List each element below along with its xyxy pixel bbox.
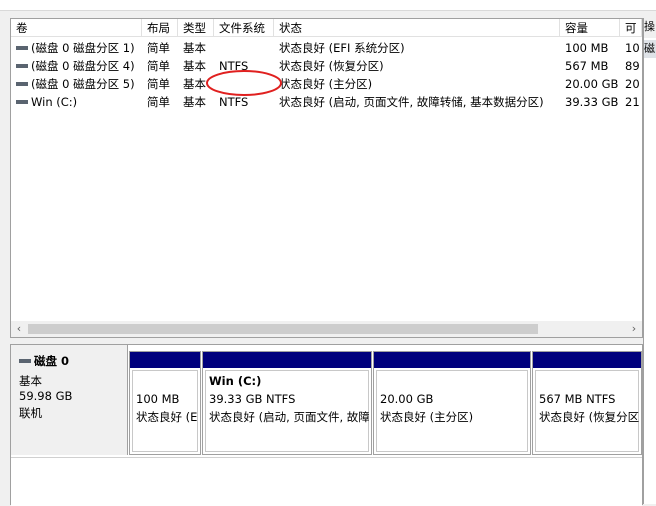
volume-type: 基本 xyxy=(183,41,206,55)
volume-free: 89 xyxy=(625,59,640,73)
volume-icon xyxy=(16,99,28,104)
red-circle-annotation xyxy=(206,70,282,96)
volume-status: 状态良好 (启动, 页面文件, 故障转储, 基本数据分区) xyxy=(279,95,544,109)
volume-capacity: 100 MB xyxy=(565,41,609,55)
volume-status: 状态良好 (主分区) xyxy=(279,77,373,91)
volume-status: 状态良好 (EFI 系统分区) xyxy=(279,41,405,55)
volume-capacity: 567 MB xyxy=(565,59,609,73)
volume-icon xyxy=(16,81,28,86)
volume-layout: 简单 xyxy=(147,59,170,73)
volume-icon xyxy=(16,45,28,50)
scrollbar-thumb[interactable] xyxy=(28,324,538,334)
partition-size: 100 MB xyxy=(136,392,180,406)
volume-capacity: 39.33 GB xyxy=(565,95,619,109)
volume-free: 20 xyxy=(625,77,640,91)
partition-recovery[interactable]: 567 MB NTFS 状态良好 (恢复分区) xyxy=(532,351,642,455)
volume-free: 21 xyxy=(625,95,640,109)
partition-status: 状态良好 (主分区) xyxy=(380,410,474,424)
column-type[interactable]: 类型 xyxy=(178,19,214,37)
disk-kind: 基本 xyxy=(19,374,42,388)
volume-capacity: 20.00 GB xyxy=(565,77,619,91)
table-row[interactable]: (磁盘 0 磁盘分区 5) 简单 基本 状态良好 (主分区) 20.00 GB … xyxy=(11,75,642,93)
table-row[interactable]: Win (C:) 简单 基本 NTFS 状态良好 (启动, 页面文件, 故障转储… xyxy=(11,93,642,111)
partition-size: 20.00 GB xyxy=(380,392,434,406)
volume-name: Win (C:) xyxy=(31,95,78,109)
column-status[interactable]: 状态 xyxy=(274,19,560,37)
scroll-right-icon[interactable]: › xyxy=(626,321,642,337)
table-row[interactable]: (磁盘 0 磁盘分区 1) 简单 基本 状态良好 (EFI 系统分区) 100 … xyxy=(11,39,642,57)
scroll-left-icon[interactable]: ‹ xyxy=(11,321,27,337)
partition-status: 状态良好 (启动, 页面文件, 故障转储, 基本数据分区) xyxy=(209,410,369,424)
volume-list: 卷 布局 类型 文件系统 状态 容量 可 (磁盘 0 磁盘分区 1) 简单 基本… xyxy=(10,18,643,338)
disk-0-label[interactable]: 磁盘 0 基本 59.98 GB 联机 xyxy=(11,345,128,455)
volume-status: 状态良好 (恢复分区) xyxy=(279,59,384,73)
volume-layout: 简单 xyxy=(147,95,170,109)
volume-name: (磁盘 0 磁盘分区 5) xyxy=(31,77,135,91)
partition-size: 39.33 GB NTFS xyxy=(209,392,296,406)
volume-name: (磁盘 0 磁盘分区 4) xyxy=(31,59,135,73)
partition-primary[interactable]: 20.00 GB 状态良好 (主分区) xyxy=(373,351,531,455)
actions-pane-title: 操 xyxy=(644,18,656,38)
disk-graphical-view: 磁盘 0 基本 59.98 GB 联机 100 MB 状态良好 (EFI 系统分… xyxy=(10,344,643,506)
volume-free: 10 xyxy=(625,41,640,55)
window-top-strip xyxy=(0,0,656,11)
disk-name: 磁盘 0 xyxy=(34,354,70,368)
partition-win-c[interactable]: Win (C:) 39.33 GB NTFS 状态良好 (启动, 页面文件, 故… xyxy=(202,351,372,455)
volume-name: (磁盘 0 磁盘分区 1) xyxy=(31,41,135,55)
volume-icon xyxy=(16,63,28,68)
volume-layout: 简单 xyxy=(147,41,170,55)
disk-state: 联机 xyxy=(19,406,42,420)
volume-layout: 简单 xyxy=(147,77,170,91)
partition-size: 567 MB NTFS xyxy=(539,392,616,406)
column-header-row: 卷 布局 类型 文件系统 状态 容量 可 xyxy=(11,19,642,38)
table-row[interactable]: (磁盘 0 磁盘分区 4) 简单 基本 NTFS 状态良好 (恢复分区) 567… xyxy=(11,57,642,75)
column-free[interactable]: 可 xyxy=(620,19,642,37)
volume-filesystem xyxy=(214,39,274,57)
column-volume[interactable]: 卷 xyxy=(11,19,142,37)
actions-pane-item[interactable]: 磁 xyxy=(644,40,656,58)
disk-size: 59.98 GB xyxy=(19,389,73,403)
actions-pane: 操 磁 xyxy=(643,18,656,504)
partition-status: 状态良好 (恢复分区) xyxy=(539,410,639,424)
column-capacity[interactable]: 容量 xyxy=(560,19,620,37)
column-layout[interactable]: 布局 xyxy=(142,19,178,37)
partition-status: 状态良好 (EFI 系统分区) xyxy=(136,410,198,424)
horizontal-scrollbar[interactable]: ‹ › xyxy=(11,321,642,337)
disk-view-empty-area xyxy=(11,457,642,506)
column-filesystem[interactable]: 文件系统 xyxy=(214,19,274,37)
disk-icon xyxy=(19,358,31,363)
partition-efi[interactable]: 100 MB 状态良好 (EFI 系统分区) xyxy=(129,351,201,455)
partition-title: Win (C:) xyxy=(209,374,262,388)
